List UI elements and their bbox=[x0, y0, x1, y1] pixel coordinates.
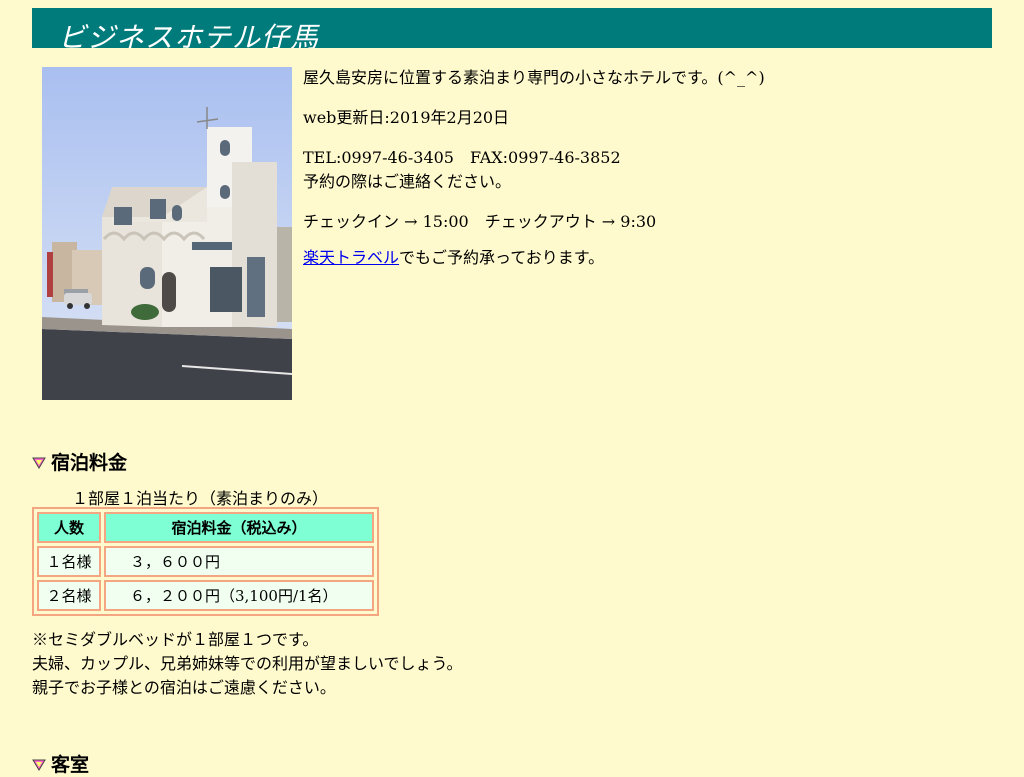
table-row: １名様 ３，６００円 bbox=[37, 546, 374, 577]
rates-heading: 宿泊料金 bbox=[32, 448, 127, 475]
rate-note: １部屋１泊当たり（素泊まりのみ） bbox=[72, 489, 329, 508]
note-line: 親子でお子様との宿泊はご遠慮ください。 bbox=[32, 678, 336, 697]
rakuten-travel-link[interactable]: 楽天トラベル bbox=[303, 248, 399, 267]
table-row: ２名様 ６，２００円（3,100円/1名） bbox=[37, 580, 374, 611]
rooms-heading-label: 客室 bbox=[51, 754, 90, 776]
price-cell: ３，６００円 bbox=[104, 546, 374, 577]
column-header-people: 人数 bbox=[37, 512, 101, 543]
checkin-time: チェックイン → 15:00 bbox=[303, 212, 469, 231]
rates-table: 人数 宿泊料金（税込み） １名様 ３，６００円 ２名様 ６，２００円（3,100… bbox=[32, 507, 379, 616]
people-cell: １名様 bbox=[37, 546, 101, 577]
fax-number: FAX:0997-46-3852 bbox=[469, 148, 621, 167]
header-banner: ビジネスホテル仔馬 bbox=[32, 8, 992, 48]
checkout-time: チェックアウト → 9:30 bbox=[484, 212, 657, 231]
rakuten-suffix: でもご予約承っております。 bbox=[399, 248, 605, 267]
note-line: ※セミダブルベッドが１部屋１つです。 bbox=[32, 630, 319, 649]
hotel-description: 屋久島安房に位置する素泊まり専門の小さなホテルです。(^_^) bbox=[303, 68, 765, 87]
hotel-building-photo bbox=[42, 67, 292, 400]
site-title: ビジネスホテル仔馬 bbox=[58, 21, 320, 48]
rakuten-line: 楽天トラベルでもご予約承っております。 bbox=[303, 246, 604, 270]
contact-phone-fax: TEL:0997-46-3405 FAX:0997-46-3852 bbox=[303, 146, 621, 170]
rates-heading-label: 宿泊料金 bbox=[51, 452, 128, 474]
people-cell: ２名様 bbox=[37, 580, 101, 611]
update-date: web更新日:2019年2月20日 bbox=[303, 108, 510, 127]
down-triangle-icon bbox=[32, 759, 46, 771]
down-triangle-icon bbox=[32, 457, 46, 469]
tel-number: TEL:0997-46-3405 bbox=[303, 148, 454, 167]
price-cell: ６，２００円（3,100円/1名） bbox=[104, 580, 374, 611]
table-header-row: 人数 宿泊料金（税込み） bbox=[37, 512, 374, 543]
note-line: 夫婦、カップル、兄弟姉妹等での利用が望ましいでしょう。 bbox=[32, 654, 463, 673]
room-notes: ※セミダブルベッドが１部屋１つです。 夫婦、カップル、兄弟姉妹等での利用が望まし… bbox=[32, 628, 463, 700]
rooms-heading: 客室 bbox=[32, 750, 89, 777]
column-header-price: 宿泊料金（税込み） bbox=[104, 512, 374, 543]
check-times: チェックイン → 15:00 チェックアウト → 9:30 bbox=[303, 210, 656, 234]
contact-note: 予約の際はご連絡ください。 bbox=[303, 172, 512, 191]
